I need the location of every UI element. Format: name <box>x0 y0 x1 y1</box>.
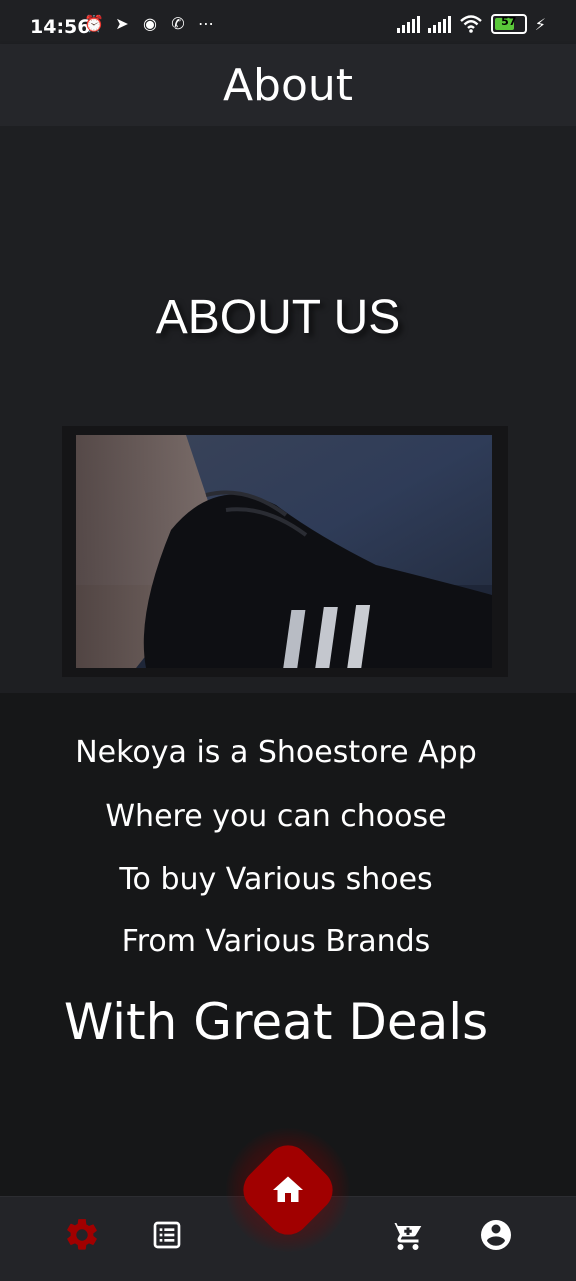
settings-icon <box>67 1219 97 1250</box>
whatsapp-icon: ✆ <box>171 14 185 33</box>
discord-icon: ◉ <box>143 14 157 33</box>
home-icon <box>273 1176 303 1202</box>
battery-icon: 57 <box>490 14 527 34</box>
page-title: About <box>222 60 354 111</box>
nav-list-button[interactable] <box>147 1215 187 1255</box>
status-time: 14:56 <box>30 16 91 38</box>
about-section: ABOUT US <box>0 126 576 693</box>
list-icon <box>153 1221 181 1249</box>
nav-cart-button[interactable] <box>388 1215 428 1255</box>
highlight-text: With Great Deals <box>63 993 489 1051</box>
status-system-icons: 57 ⚡ <box>396 14 546 34</box>
shoe-photo <box>76 435 492 668</box>
charging-icon: ⚡ <box>534 14 546 34</box>
description-section: Nekoya is a Shoestore App Where you can … <box>0 693 576 1196</box>
description-line: Where you can choose <box>105 799 447 834</box>
nav-account-button[interactable] <box>476 1215 516 1255</box>
about-heading: ABOUT US <box>155 291 401 344</box>
nav-settings-button[interactable] <box>62 1215 102 1255</box>
description-line: From Various Brands <box>121 924 431 959</box>
battery-level: 57 <box>501 15 517 28</box>
image-frame <box>62 426 508 677</box>
description-line: To buy Various shoes <box>119 862 433 897</box>
app-bar: About <box>0 44 576 126</box>
account-icon <box>481 1220 511 1250</box>
status-notification-icons: ⏰ ➤ ◉ ✆ ⋯ <box>84 14 216 34</box>
wifi-icon <box>459 15 482 33</box>
description-line: Nekoya is a Shoestore App <box>75 735 477 770</box>
signal-icon <box>427 15 451 33</box>
cart-icon <box>391 1220 422 1250</box>
signal-icon <box>396 15 420 33</box>
status-bar: 14:56 ⏰ ➤ ◉ ✆ ⋯ 57 ⚡ <box>0 0 576 44</box>
telegram-icon: ➤ <box>115 14 129 33</box>
alarm-icon: ⏰ <box>84 14 104 33</box>
more-icon: ⋯ <box>198 14 214 33</box>
